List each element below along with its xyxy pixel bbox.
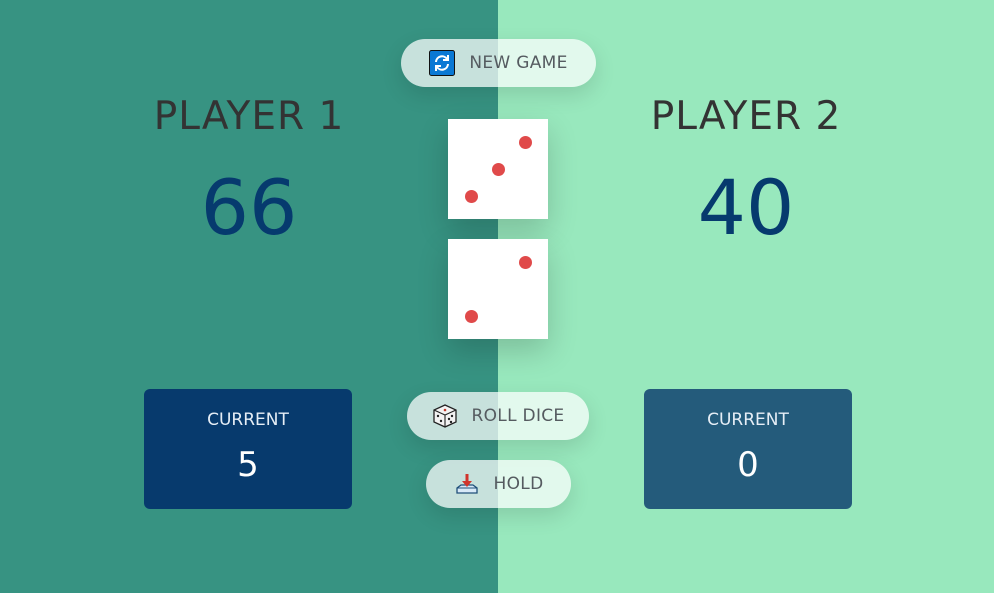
player-2-current-value: 0 [737, 445, 759, 485]
die-2 [448, 239, 548, 339]
hold-label: HOLD [493, 474, 544, 494]
hold-button[interactable]: HOLD [426, 460, 571, 508]
player-1-current-value: 5 [237, 445, 259, 485]
player-1-current-label: CURRENT [207, 410, 289, 430]
player-2-current-box: CURRENT 0 [644, 389, 852, 509]
die-2-pip [464, 309, 478, 323]
die-1-pip [491, 162, 505, 176]
player-2-current-label: CURRENT [707, 410, 789, 430]
roll-dice-button[interactable]: ROLL DICE [407, 392, 589, 440]
die-2-pip [518, 255, 532, 269]
die-1-pip [518, 135, 532, 149]
roll-dice-label: ROLL DICE [471, 406, 565, 426]
dice-icon [432, 403, 458, 429]
die-1 [448, 119, 548, 219]
player-1-current-box: CURRENT 5 [144, 389, 352, 509]
download-tray-icon [454, 471, 480, 497]
player-1-score: 66 [200, 163, 298, 252]
new-game-label: NEW GAME [469, 53, 568, 73]
player-2-score: 40 [697, 163, 795, 252]
refresh-icon [429, 50, 456, 76]
player-2-name: PLAYER 2 [650, 94, 842, 139]
player-1-name: PLAYER 1 [153, 94, 345, 139]
player-2-panel: PLAYER 2 40 CURRENT 0 [498, 0, 994, 593]
new-game-button[interactable]: NEW GAME [401, 39, 596, 87]
player-1-panel: PLAYER 1 66 CURRENT 5 [0, 0, 498, 593]
die-1-pip [464, 189, 478, 203]
